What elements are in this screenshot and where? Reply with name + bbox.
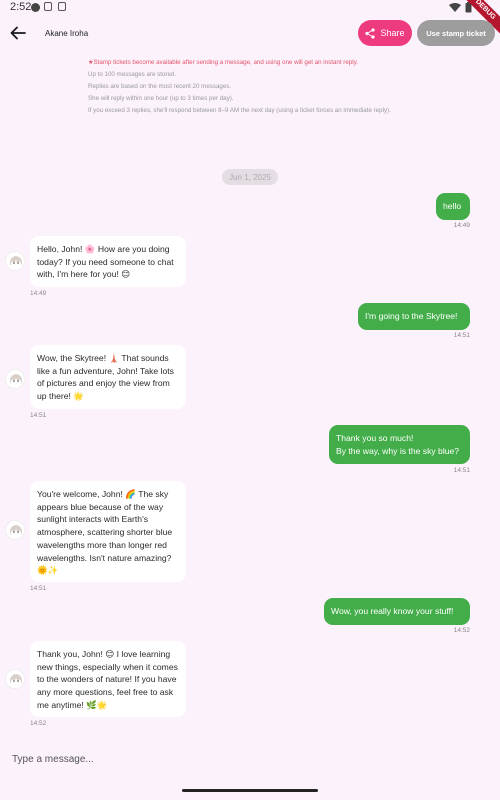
shield-icon [44, 2, 52, 11]
note-replies-basis: Replies are based on the most recent 20 … [88, 83, 232, 90]
sim-icon [58, 2, 66, 11]
bot-message-bubble: Hello, John! 🌸 How are you doing today? … [30, 236, 186, 287]
bot-avatar [5, 669, 25, 689]
avatar-image [6, 670, 24, 688]
note-reply-limit: If you exceed 3 replies, she'll respond … [88, 107, 391, 114]
status-bar: 2:52 [0, 0, 500, 14]
share-label: Share [380, 28, 405, 38]
status-right [449, 2, 472, 13]
avatar-image [6, 521, 24, 539]
notification-dot-icon [31, 3, 40, 12]
message-input[interactable] [12, 750, 482, 768]
share-icon [365, 27, 376, 39]
user-message-bubble: Thank you so much! By the way, why is th… [329, 425, 470, 464]
avatar-image [6, 370, 24, 388]
user-message-bubble: Wow, you really know your stuff! [324, 598, 470, 625]
message-composer [0, 742, 500, 776]
avatar-image [6, 252, 24, 270]
bot-message-bubble: Wow, the Skytree! 🗼 That sounds like a f… [30, 345, 186, 409]
message-time: 14:52 [30, 720, 47, 727]
note-stamp-tickets: ★Stamp tickets become available after se… [88, 59, 358, 66]
bot-message-bubble: Thank you, John! 😊 I love learning new t… [30, 641, 186, 717]
note-storage: Up to 100 messages are stored. [88, 71, 177, 78]
user-message-bubble: I'm going to the Skytree! [358, 303, 470, 330]
info-notes: ★Stamp tickets become available after se… [88, 57, 428, 117]
use-stamp-ticket-button[interactable]: Use stamp ticket [417, 20, 495, 46]
bot-avatar [5, 251, 25, 271]
bot-avatar [5, 520, 25, 540]
message-time: 14:52 [453, 627, 470, 634]
back-arrow-icon[interactable] [9, 24, 27, 42]
message-time: 14:51 [453, 467, 470, 474]
status-time: 2:52 [10, 1, 32, 13]
home-indicator[interactable] [182, 789, 318, 792]
chat-title: Akane Iroha [45, 29, 89, 38]
app-bar: Akane Iroha Share Use stamp ticket [0, 18, 500, 48]
message-time: 14:49 [453, 222, 470, 229]
user-message-bubble: hello [436, 193, 470, 220]
bot-message-bubble: You're welcome, John! 🌈 The sky appears … [30, 481, 186, 582]
message-time: 14:51 [30, 412, 47, 419]
message-time: 14:49 [30, 290, 47, 297]
note-reply-time: She will reply within one hour (up to 3 … [88, 95, 234, 102]
message-time: 14:51 [30, 585, 47, 592]
share-button[interactable]: Share [358, 20, 412, 46]
stamp-label: Use stamp ticket [426, 28, 486, 38]
bot-avatar [5, 369, 25, 389]
date-separator: Jun 1, 2025 [222, 169, 278, 185]
message-time: 14:51 [453, 332, 470, 339]
wifi-icon [449, 2, 461, 12]
